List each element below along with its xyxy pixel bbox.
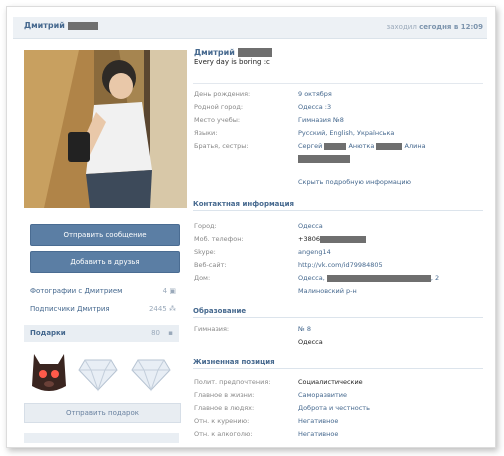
- website-label: Веб-сайт:: [194, 261, 227, 269]
- profile-header-bar: Дмитрий заходил сегодня в 12:09: [13, 17, 487, 39]
- people-icon: ⁂: [169, 305, 176, 313]
- add-friend-button[interactable]: Добавить в друзья: [30, 251, 180, 273]
- skype-value[interactable]: angeng14: [298, 248, 331, 256]
- phone-value: +3806: [298, 235, 366, 243]
- gift-icon: ▪: [168, 329, 173, 337]
- people-value[interactable]: Доброта и честность: [298, 404, 370, 412]
- siblings-value: Сергей Анютка Алина: [298, 142, 426, 150]
- study-value[interactable]: Гимназия №8: [298, 116, 344, 124]
- gift-cat[interactable]: [28, 346, 70, 396]
- home-label: Дом:: [194, 274, 211, 282]
- hide-info-link[interactable]: Скрыть подробную информацию: [298, 178, 411, 186]
- sibling-link[interactable]: Сергей: [298, 142, 322, 150]
- people-label: Главное в людях:: [194, 404, 255, 412]
- redacted-block: [67, 21, 98, 30]
- gifts-header[interactable]: Подарки 80 ▪: [24, 325, 179, 342]
- gift-diamond-1[interactable]: [77, 356, 119, 392]
- divider: [193, 83, 483, 84]
- hometown-value[interactable]: Одесса :3: [298, 103, 331, 111]
- profile-main: Дмитрий Every day is boring :c: [194, 48, 484, 66]
- alcohol-value[interactable]: Негативное: [298, 430, 338, 438]
- smoking-label: Отн. к курению:: [194, 417, 250, 425]
- redacted-block: [326, 274, 431, 282]
- sibling-link[interactable]: Анютка: [348, 142, 374, 150]
- siblings-label: Братья, сестры:: [194, 142, 249, 150]
- profile-name: Дмитрий: [194, 48, 484, 57]
- send-message-button[interactable]: Отправить сообщение: [30, 224, 180, 246]
- redacted-block: [237, 48, 272, 57]
- contacts-title: Контактная информация: [193, 200, 483, 211]
- phone-label: Моб. телефон:: [194, 235, 244, 243]
- camera-icon: ▣: [169, 287, 176, 295]
- city-label: Город:: [194, 222, 217, 230]
- life-label: Главное в жизни:: [194, 391, 255, 399]
- languages-value[interactable]: Русский, English, Українська: [298, 129, 394, 137]
- next-block-header: [24, 433, 179, 443]
- school-city: Одесса: [298, 338, 323, 346]
- smoking-value[interactable]: Негативное: [298, 417, 338, 425]
- sibling-link[interactable]: Алина: [405, 142, 426, 150]
- life-position-title: Жизненная позиция: [193, 358, 483, 369]
- life-value[interactable]: Саморазвитие: [298, 391, 347, 399]
- politics-label: Полит. предпочтения:: [194, 378, 271, 386]
- skype-label: Skype:: [194, 248, 216, 256]
- home-value[interactable]: Одесса, , 2: [298, 274, 439, 282]
- school-label: Гимназия:: [194, 325, 230, 333]
- online-status: заходил сегодня в 12:09: [386, 23, 483, 31]
- profile-status[interactable]: Every day is boring :c: [194, 58, 484, 66]
- study-label: Место учебы:: [194, 116, 241, 124]
- gift-diamond-2[interactable]: [130, 356, 172, 392]
- redacted-block: [320, 235, 366, 243]
- redacted-block: [298, 155, 350, 163]
- redacted-block: [324, 142, 347, 150]
- redacted-block: [376, 142, 403, 150]
- birthday-value[interactable]: 9 октября: [298, 90, 332, 98]
- languages-label: Языки:: [194, 129, 218, 137]
- birthday-label: День рождения:: [194, 90, 251, 98]
- alcohol-label: Отн. к алкоголю:: [194, 430, 253, 438]
- profile-photo[interactable]: [24, 50, 187, 208]
- city-value[interactable]: Одесса: [298, 222, 323, 230]
- politics-value: Социалистические: [298, 378, 363, 386]
- district-value[interactable]: Малиновский р-н: [298, 287, 357, 295]
- subscribers-link[interactable]: Подписчики Дмитрия 2445 ⁂: [30, 305, 178, 313]
- school-value[interactable]: № 8: [298, 325, 311, 333]
- send-gift-button[interactable]: Отправить подарок: [24, 403, 181, 423]
- hometown-label: Родной город:: [194, 103, 244, 111]
- photos-with-link[interactable]: Фотографии с Дмитрием 4 ▣: [30, 287, 178, 295]
- website-link[interactable]: http://vk.com/id79984805: [298, 261, 383, 269]
- header-name[interactable]: Дмитрий: [24, 21, 98, 30]
- education-title: Образование: [193, 307, 483, 318]
